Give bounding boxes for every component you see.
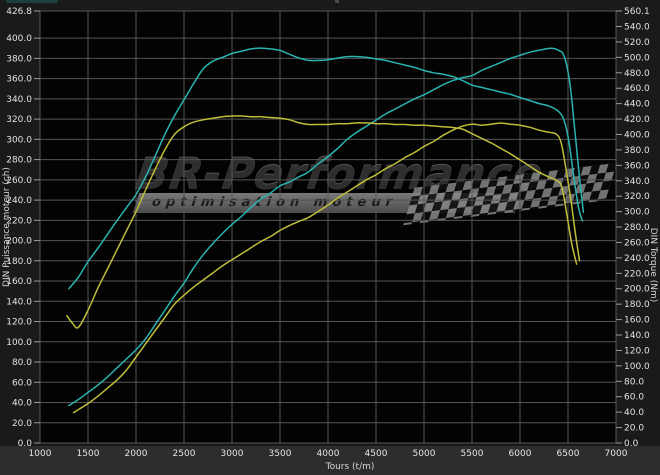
right-axis-tick-label: 280.0: [624, 223, 650, 233]
left-axis-tick-label: 340.0: [6, 95, 32, 105]
x-axis-tick-label: 4000: [317, 449, 340, 459]
curve-power-stock: [74, 123, 580, 413]
left-axis-title: DIN Puissance moteur (ch): [2, 167, 12, 287]
right-axis-title: DIN Torque (Nm): [648, 228, 658, 303]
right-axis-tick-label: 500.0: [624, 53, 650, 63]
right-axis-tick-label: 220.0: [624, 269, 650, 279]
left-axis-tick-label: 40.0: [12, 399, 32, 409]
right-axis-tick-label: 300.0: [624, 208, 650, 218]
left-axis-tick-label: 426.8: [6, 7, 32, 17]
x-axis-tick-label: 4500: [365, 449, 388, 459]
x-axis-tick-label: 2000: [125, 449, 148, 459]
right-axis-tick-label: 380.0: [624, 146, 650, 156]
x-axis-tick-label: 6000: [509, 449, 532, 459]
right-axis-tick-label: 460.0: [624, 84, 650, 94]
right-axis-tick-label: 440.0: [624, 100, 650, 110]
gridlines: [40, 11, 616, 443]
left-axis-tick-label: 400.0: [6, 34, 32, 44]
right-axis-tick-label: 200.0: [624, 285, 650, 295]
right-axis-tick-label: 260.0: [624, 238, 650, 248]
right-axis-tick-label: 400.0: [624, 130, 650, 140]
left-axis-tick-label: 320.0: [6, 115, 32, 125]
right-axis-tick-label: 180.0: [624, 300, 650, 310]
right-axis-tick-label: 520.0: [624, 38, 650, 48]
left-axis-tick-label: 60.0: [12, 378, 32, 388]
right-axis-tick-label: 320.0: [624, 192, 650, 202]
left-axis-tick-label: 300.0: [6, 135, 32, 145]
left-axis-tick-label: 20.0: [12, 419, 32, 429]
left-axis-tick-label: 80.0: [12, 358, 32, 368]
right-axis-tick-label: 480.0: [624, 69, 650, 79]
right-axis-tick-label: 360.0: [624, 161, 650, 171]
right-axis-tick-label: 560.1: [624, 7, 650, 17]
right-axis-tick-label: 120.0: [624, 346, 650, 356]
x-axis-tick-label: 1500: [77, 449, 100, 459]
left-axis-tick-label: 100.0: [6, 338, 32, 348]
right-axis-tick-label: 80.0: [624, 377, 644, 387]
x-axis-tick-label: 3500: [269, 449, 292, 459]
left-axis-tick-label: 0.0: [18, 439, 33, 449]
x-axis-tick-label: 3000: [221, 449, 244, 459]
left-axis-tick-label: 120.0: [6, 318, 32, 328]
right-axis-tick-label: 420.0: [624, 115, 650, 125]
x-axis-tick-label: 6500: [557, 449, 580, 459]
right-axis-tick-label: 540.0: [624, 23, 650, 33]
dyno-chart: 426.8 400.0 380.0 360.0 340.0 320.0 300.0 280.0…: [0, 0, 660, 475]
right-axis-tick-label: 140.0: [624, 331, 650, 341]
right-axis-tick-label: 40.0: [624, 408, 644, 418]
x-axis-tick-label: 5500: [461, 449, 484, 459]
right-axis-tick-label: 160.0: [624, 316, 650, 326]
right-axis-tick-label: 60.0: [624, 393, 644, 403]
right-axis-tick-label: 20.0: [624, 424, 644, 434]
right-axis-tick-label: 240.0: [624, 254, 650, 264]
x-axis-tick-label: 2500: [173, 449, 196, 459]
curve-torque-tuned: [69, 48, 583, 289]
curve-torque-stock: [67, 116, 577, 328]
dyno-chart-screen: BR-Performance optimisation moteur 426.8…: [0, 0, 660, 475]
curve-power-tuned: [69, 48, 584, 405]
right-axis-tick-label: 340.0: [624, 177, 650, 187]
right-axis-tick-label: 100.0: [624, 362, 650, 372]
left-axis-tick-label: 140.0: [6, 297, 32, 307]
x-axis-tick-label: 5000: [413, 449, 436, 459]
left-axis-tick-label: 280.0: [6, 156, 32, 166]
left-axis-tick-label: 380.0: [6, 54, 32, 64]
right-axis-tick-label: 0.0: [624, 439, 639, 449]
left-axis-tick-label: 360.0: [6, 75, 32, 85]
x-axis-tick-label: 7000: [605, 449, 628, 459]
x-axis-tick-label: 1000: [29, 449, 52, 459]
x-axis-title: Tours (t/m): [325, 462, 375, 472]
dyno-curves: [67, 48, 584, 413]
